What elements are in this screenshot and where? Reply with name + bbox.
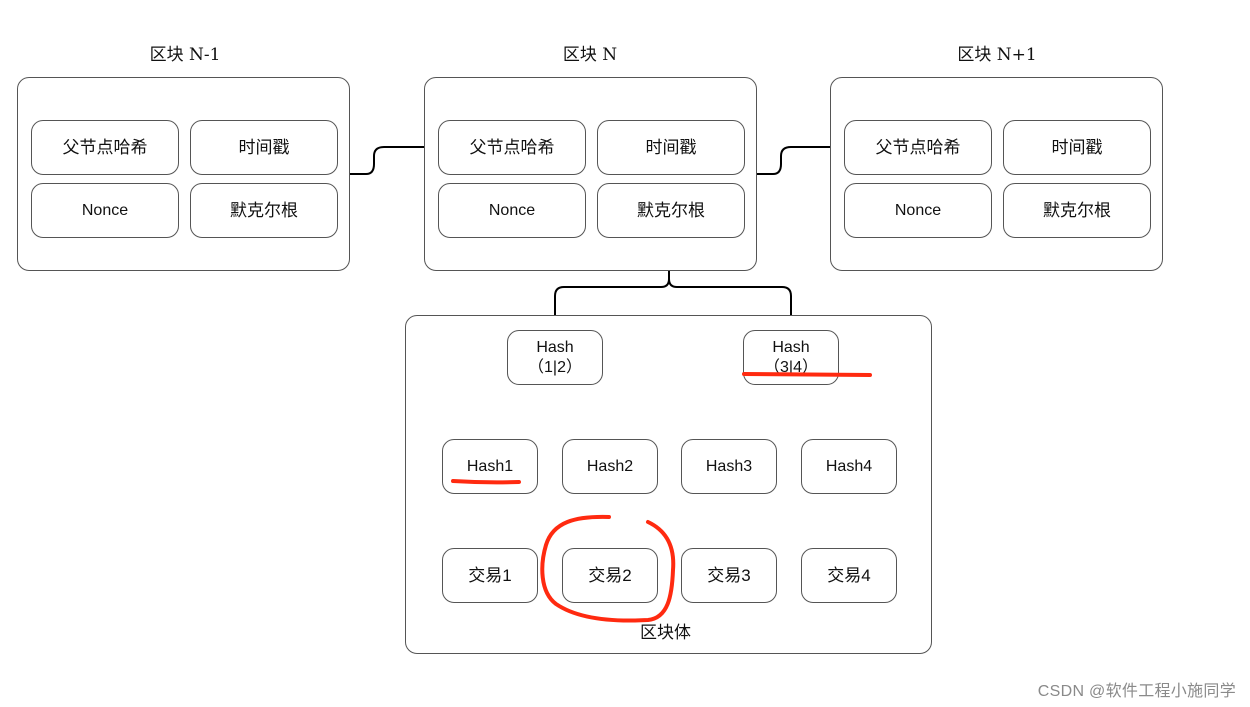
annotation-layer — [451, 372, 872, 623]
watermark: CSDN @软件工程小施同学 — [1037, 683, 1236, 700]
circle-transaction-2 — [540, 514, 676, 623]
underline-hash1 — [451, 479, 521, 485]
underline-hash-3-4 — [742, 372, 872, 377]
